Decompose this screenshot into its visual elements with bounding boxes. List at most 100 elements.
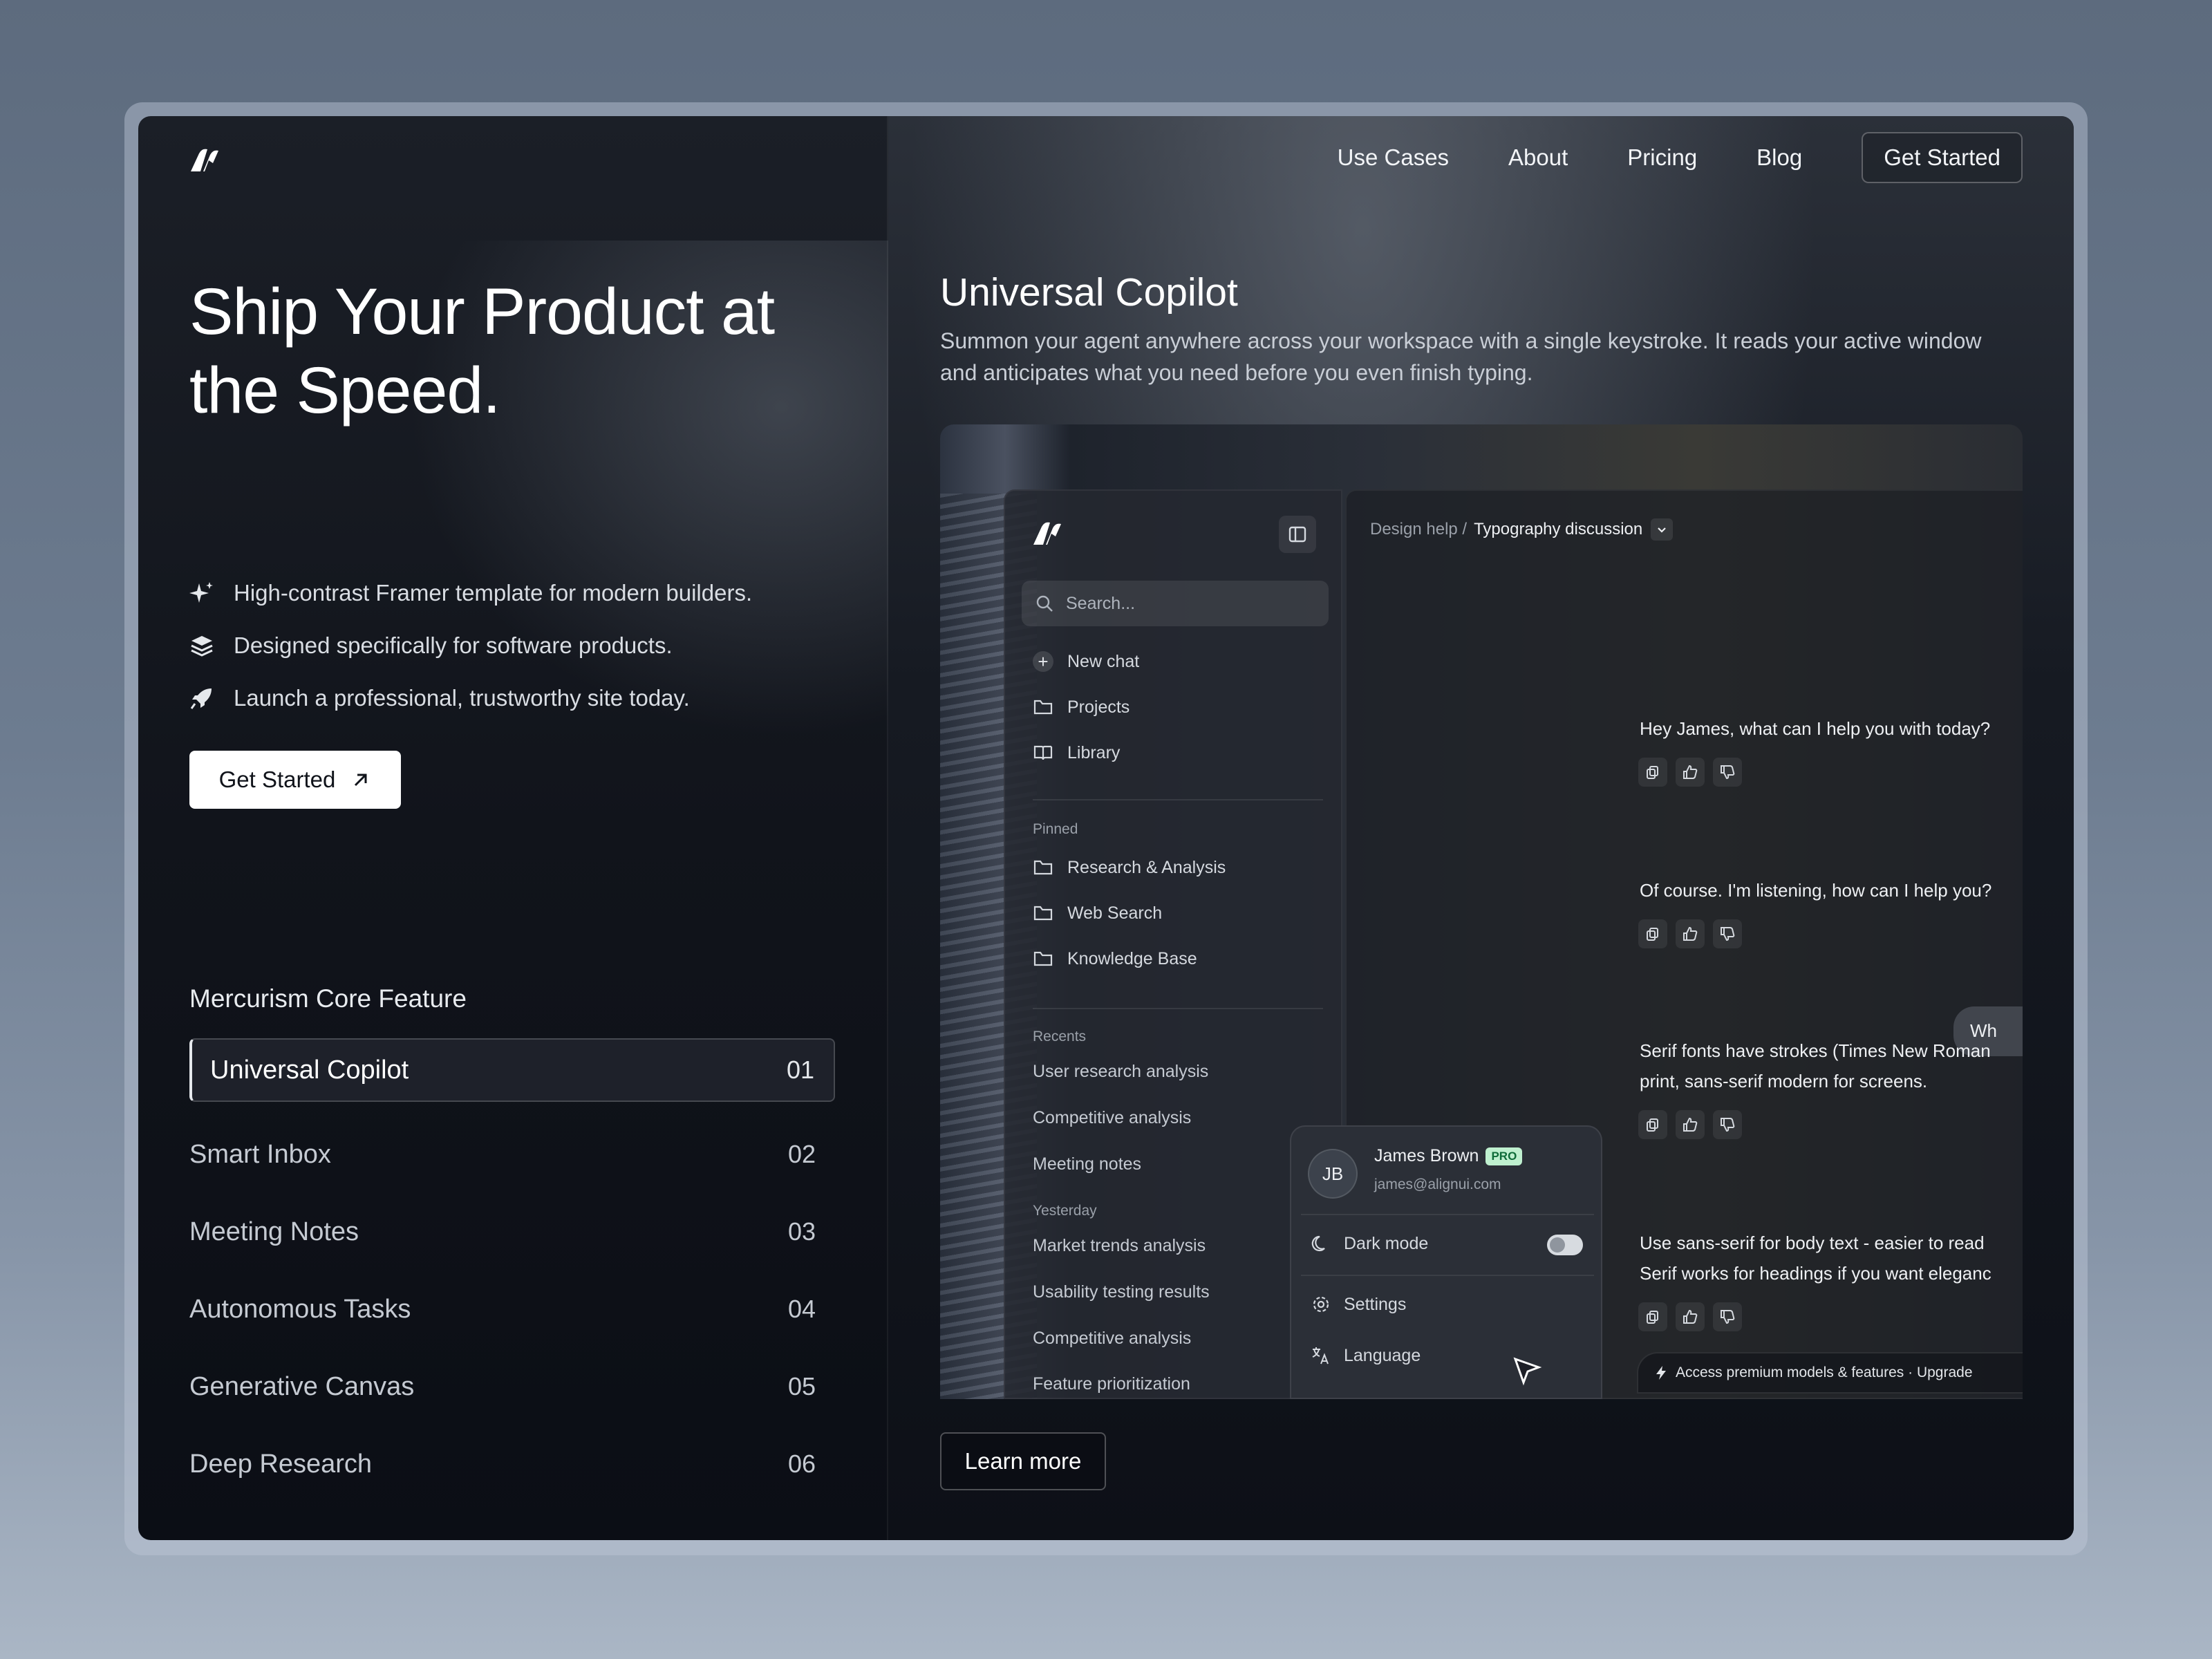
thumbs-up-button[interactable] xyxy=(1676,758,1705,787)
recent-chat-item[interactable]: Usability testing results xyxy=(1033,1282,1210,1302)
folder-icon xyxy=(1033,951,1053,966)
avatar: JB xyxy=(1308,1149,1358,1199)
sidebar-icon xyxy=(1288,526,1306,543)
upgrade-banner[interactable]: Access premium models & features · Upgra… xyxy=(1637,1352,2023,1394)
feature-label: Deep Research xyxy=(189,1449,373,1479)
top-nav: Use Cases About Pricing Blog Get Started xyxy=(1338,131,2023,184)
nav-get-started-button[interactable]: Get Started xyxy=(1862,132,2023,183)
feature-item-universal-copilot[interactable]: Universal Copilot 01 xyxy=(189,1038,835,1102)
thumbs-down-icon xyxy=(1721,765,1735,780)
menu-item-label: Dark mode xyxy=(1344,1233,1429,1253)
copy-button[interactable] xyxy=(1638,919,1667,948)
assistant-message: Use sans-serif for body text - easier to… xyxy=(1640,1232,1985,1253)
yesterday-label: Yesterday xyxy=(1033,1203,1097,1219)
hero-bullets: High-contrast Framer template for modern… xyxy=(189,567,752,724)
thumbs-up-icon xyxy=(1683,1117,1698,1132)
bullet-item: Designed specifically for software produ… xyxy=(189,619,752,672)
moon-icon xyxy=(1311,1235,1325,1252)
recent-chat-item[interactable]: Feature prioritization xyxy=(1033,1374,1190,1394)
feature-label: Smart Inbox xyxy=(189,1139,331,1169)
sidebar-item-label: Projects xyxy=(1067,697,1130,717)
hero-get-started-button[interactable]: Get Started xyxy=(189,751,401,809)
settings-item[interactable]: Settings xyxy=(1311,1294,1406,1315)
feature-number: 04 xyxy=(787,1295,816,1323)
pinned-item[interactable]: Research & Analysis xyxy=(1033,857,1226,878)
upgrade-text: Access premium models & features · Upgra… xyxy=(1676,1365,1973,1380)
sidebar-item-label: New chat xyxy=(1067,651,1140,671)
pinned-item-label: Knowledge Base xyxy=(1067,948,1197,968)
folder-icon xyxy=(1033,700,1053,715)
section-title: Universal Copilot xyxy=(940,270,1238,315)
landing-page: Ship Your Product at the Speed. High-con… xyxy=(138,116,2074,1540)
recent-chat-item[interactable]: Competitive analysis xyxy=(1033,1329,1191,1349)
message-actions xyxy=(1638,919,1750,948)
thumbs-down-icon xyxy=(1721,927,1735,941)
rocket-icon xyxy=(190,688,212,709)
thumbs-up-button[interactable] xyxy=(1676,1110,1705,1139)
feature-number: 01 xyxy=(786,1056,814,1084)
app-logo-icon xyxy=(1033,522,1061,545)
feature-label: Meeting Notes xyxy=(189,1217,359,1246)
pro-badge: PRO xyxy=(1485,1147,1523,1165)
feature-label: Autonomous Tasks xyxy=(189,1294,411,1324)
thumbs-down-button[interactable] xyxy=(1713,1302,1742,1331)
breadcrumb-parent[interactable]: Design help / xyxy=(1370,520,1467,539)
recent-chat-item[interactable]: Market trends analysis xyxy=(1033,1236,1206,1256)
nav-link-pricing[interactable]: Pricing xyxy=(1627,144,1697,171)
feature-label: Universal Copilot xyxy=(210,1055,409,1085)
recent-chat-item[interactable]: Meeting notes xyxy=(1033,1154,1141,1174)
dark-mode-toggle[interactable] xyxy=(1547,1235,1583,1255)
copy-button[interactable] xyxy=(1638,1110,1667,1139)
thumbs-down-button[interactable] xyxy=(1713,1110,1742,1139)
copy-button[interactable] xyxy=(1638,758,1667,787)
message-actions xyxy=(1638,1110,1750,1139)
copy-icon xyxy=(1647,766,1658,779)
thumbs-up-button[interactable] xyxy=(1676,919,1705,948)
language-item[interactable]: Language xyxy=(1311,1345,1421,1366)
copy-button[interactable] xyxy=(1638,1302,1667,1331)
search-input[interactable]: Search... xyxy=(1022,581,1329,626)
sidebar-item-new-chat[interactable]: + New chat xyxy=(1033,651,1139,672)
assistant-message: Serif works for headings if you want ele… xyxy=(1640,1263,1991,1284)
nav-link-about[interactable]: About xyxy=(1508,144,1568,171)
dark-mode-item[interactable]: Dark mode xyxy=(1311,1233,1428,1254)
sparkle-icon xyxy=(189,582,213,603)
book-open-icon xyxy=(1033,745,1053,760)
thumbs-down-button[interactable] xyxy=(1713,919,1742,948)
feature-item-meeting-notes[interactable]: Meeting Notes 03 xyxy=(189,1193,835,1271)
user-menu: JB James Brown PRO james@alignui.com Dar… xyxy=(1290,1125,1602,1399)
thumbs-up-button[interactable] xyxy=(1676,1302,1705,1331)
breadcrumb-current: Typography discussion xyxy=(1474,520,1643,538)
assistant-message: Serif fonts have strokes (Times New Roma… xyxy=(1640,1040,1991,1061)
section-description: Summon your agent anywhere across your w… xyxy=(940,328,1982,385)
feature-item-autonomous-tasks[interactable]: Autonomous Tasks 04 xyxy=(189,1271,835,1348)
nav-link-use-cases[interactable]: Use Cases xyxy=(1338,144,1449,171)
message-actions xyxy=(1638,758,1750,787)
recent-chat-item[interactable]: Competitive analysis xyxy=(1033,1108,1191,1128)
translate-icon xyxy=(1312,1347,1329,1365)
sidebar-item-library[interactable]: Library xyxy=(1033,742,1120,763)
pinned-item[interactable]: Knowledge Base xyxy=(1033,948,1197,969)
gear-icon xyxy=(1313,1296,1329,1313)
feature-item-generative-canvas[interactable]: Generative Canvas 05 xyxy=(189,1348,835,1425)
learn-more-button[interactable]: Learn more xyxy=(940,1432,1106,1490)
recent-chat-item[interactable]: User research analysis xyxy=(1033,1062,1208,1082)
folder-icon xyxy=(1033,906,1053,921)
feature-item-deep-research[interactable]: Deep Research 06 xyxy=(189,1425,835,1503)
brand-logo-icon[interactable] xyxy=(189,145,220,173)
feature-item-smart-inbox[interactable]: Smart Inbox 02 xyxy=(189,1116,835,1193)
feature-number: 03 xyxy=(787,1217,816,1246)
chevron-down-icon xyxy=(1658,527,1667,533)
pinned-item[interactable]: Web Search xyxy=(1033,903,1162,924)
nav-link-blog[interactable]: Blog xyxy=(1756,144,1802,171)
breadcrumb: Design help / Typography discussion xyxy=(1370,518,1674,541)
feature-label: Generative Canvas xyxy=(189,1371,415,1401)
folder-icon xyxy=(1033,860,1053,875)
sidebar-item-label: Library xyxy=(1067,742,1121,762)
thumbs-up-icon xyxy=(1683,765,1698,779)
thumbs-down-button[interactable] xyxy=(1713,758,1742,787)
sidebar-toggle-button[interactable] xyxy=(1279,516,1316,553)
chat-options-button[interactable] xyxy=(1651,518,1674,541)
search-icon xyxy=(1036,595,1053,612)
sidebar-item-projects[interactable]: Projects xyxy=(1033,697,1130,718)
